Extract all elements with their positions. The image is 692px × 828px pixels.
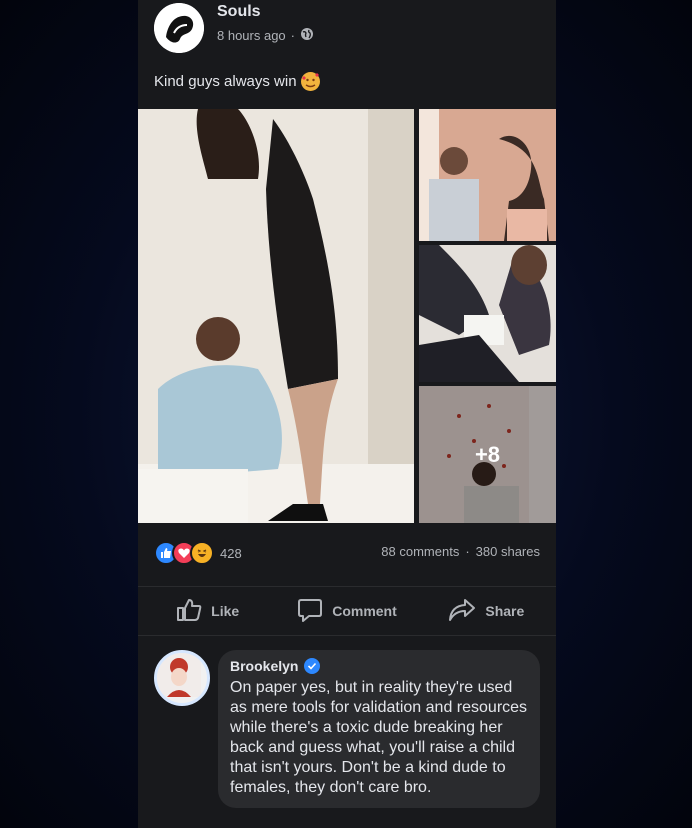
- caption-text: Kind guys always win: [154, 73, 297, 90]
- meta-separator: ·: [290, 28, 296, 43]
- photo-main[interactable]: [138, 109, 414, 523]
- page-avatar[interactable]: [154, 3, 204, 53]
- comment-author[interactable]: Brookelyn: [230, 658, 298, 674]
- thumbs-up-icon: [176, 598, 202, 625]
- engagement-counts: 88 comments · 380 shares: [381, 544, 540, 559]
- post-stats: 428 88 comments · 380 shares: [138, 536, 556, 566]
- photo-grid: +8: [138, 109, 556, 523]
- post-caption: Kind guys always win: [154, 72, 320, 91]
- smiling-face-with-hearts-emoji: [300, 72, 320, 91]
- shares-count[interactable]: 380 shares: [476, 544, 540, 559]
- like-button[interactable]: Like: [138, 587, 277, 635]
- verified-badge-icon: [304, 658, 321, 674]
- comment-author-row: Brookelyn: [230, 658, 528, 674]
- photo-2[interactable]: [419, 109, 556, 241]
- share-button[interactable]: Share: [417, 587, 556, 635]
- comment-text: On paper yes, but in reality they're use…: [230, 679, 528, 796]
- post-header: Souls 8 hours ago ·: [138, 0, 556, 60]
- share-label: Share: [485, 603, 525, 619]
- photo-4[interactable]: +8: [419, 386, 556, 523]
- post-card: Souls 8 hours ago · Kind guys always win: [138, 0, 556, 828]
- comment-label: Comment: [332, 603, 397, 619]
- post-actions: Like Comment Share: [138, 586, 556, 636]
- post-meta: 8 hours ago ·: [217, 27, 314, 44]
- like-label: Like: [211, 603, 240, 619]
- page-name[interactable]: Souls: [217, 3, 261, 21]
- comment-bubble: Brookelyn On paper yes, but in reality t…: [218, 650, 540, 808]
- comments-count[interactable]: 88 comments: [381, 544, 459, 559]
- comment-button[interactable]: Comment: [277, 587, 416, 635]
- reaction-count: 428: [220, 545, 242, 561]
- reaction-summary[interactable]: 428: [154, 541, 242, 565]
- commenter-avatar[interactable]: [154, 650, 210, 706]
- share-arrow-icon: [448, 598, 476, 625]
- speech-bubble-icon: [297, 598, 323, 625]
- more-photos-count[interactable]: +8: [419, 386, 556, 523]
- haha-icon: [190, 541, 214, 565]
- post-timestamp[interactable]: 8 hours ago: [217, 28, 286, 43]
- photo-3[interactable]: [419, 245, 556, 382]
- globe-icon: [300, 27, 314, 44]
- counts-separator: ·: [465, 544, 470, 559]
